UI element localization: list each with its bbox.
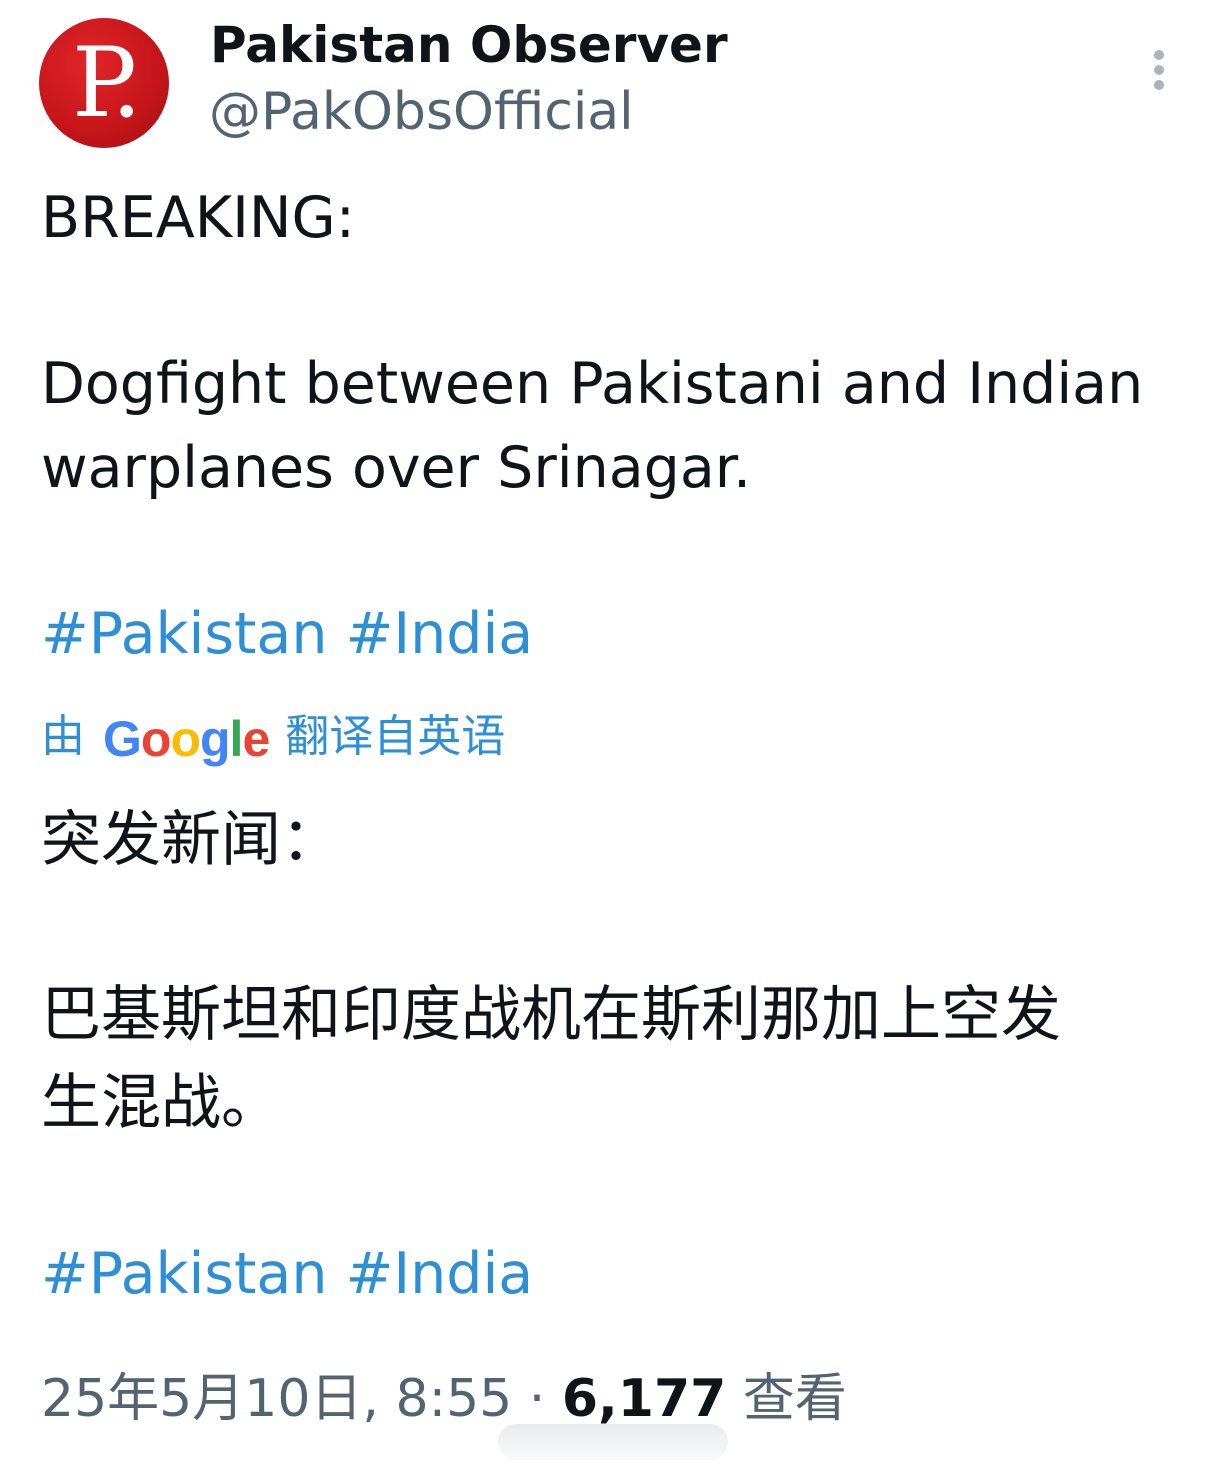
hashtag-pakistan[interactable]: #Pakistan (41, 601, 327, 667)
hashtag-pakistan[interactable]: #Pakistan (41, 1241, 327, 1307)
translated-hashtags: #Pakistan #India (41, 1236, 533, 1312)
tweet-hashtags: #Pakistan #India (41, 596, 533, 672)
author-handle[interactable]: @PakObsOfficial (209, 80, 634, 144)
watermark (498, 1424, 728, 1460)
translated-text-line-1: 巴基斯坦和印度战机在斯利那加上空发 (41, 980, 1061, 1050)
avatar[interactable]: P. (39, 18, 169, 148)
meta-separator: · (512, 1369, 562, 1429)
views-label: 查看 (726, 1369, 847, 1429)
tweet-text-line-1: Dogfight between Pakistani and Indian (41, 351, 1144, 417)
translated-text-line-2: 生混战。 (41, 1068, 281, 1138)
translation-prefix: 由 (41, 711, 85, 762)
more-options-button[interactable] (1140, 46, 1180, 94)
tweet-text-line-2: warplanes over Srinagar. (41, 435, 752, 501)
translated-heading: 突发新闻： (41, 805, 341, 875)
tweet-meta: 25年5月10日, 8:55 · 6,177 查看 (41, 1364, 847, 1434)
hashtag-india[interactable]: #India (346, 601, 534, 667)
author-display-name[interactable]: Pakistan Observer (210, 12, 728, 78)
tweet-heading: BREAKING: (41, 185, 355, 251)
google-logo-icon: Google (103, 710, 270, 767)
tweet: P. Pakistan Observer @PakObsOfficial BRE… (0, 0, 1224, 1471)
translation-attribution[interactable]: 由 Google 翻译自英语 (41, 700, 505, 770)
translation-suffix: 翻译自英语 (285, 711, 506, 762)
avatar-logo: P. (72, 27, 142, 139)
tweet-timestamp[interactable]: 25年5月10日, 8:55 (41, 1369, 512, 1429)
views-count: 6,177 (561, 1369, 727, 1429)
hashtag-india[interactable]: #India (346, 1241, 534, 1307)
